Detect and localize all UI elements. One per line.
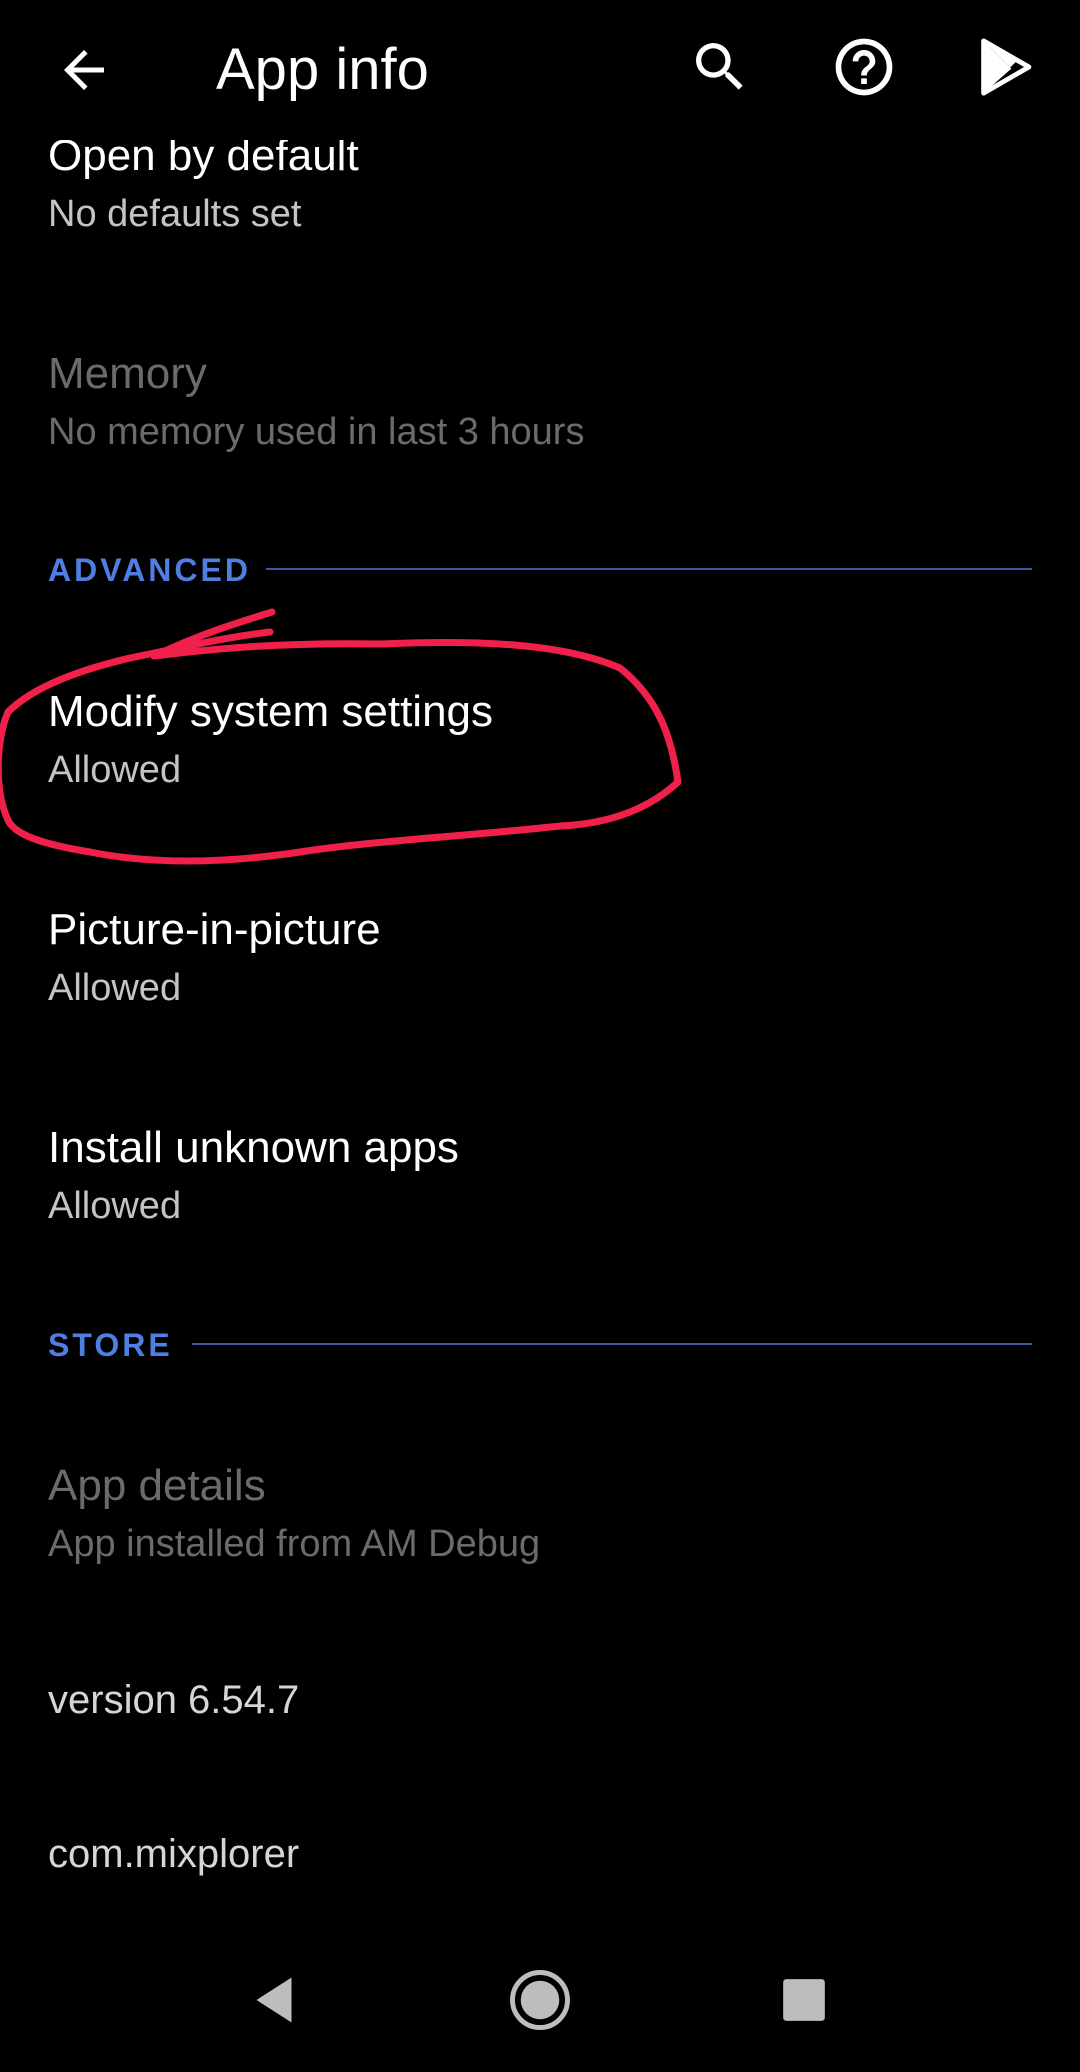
section-header-advanced: ADVANCED (48, 550, 251, 590)
section-label-store: STORE (48, 1326, 173, 1363)
annotation-circle (0, 608, 682, 865)
section-divider-advanced (266, 568, 1032, 570)
open-in-store-button[interactable] (966, 27, 1046, 107)
memory-summary: No memory used in last 3 hours (48, 411, 585, 453)
nav-recents-button[interactable] (744, 1950, 864, 2050)
modify-system-settings-title: Modify system settings (48, 687, 494, 736)
section-label-advanced: ADVANCED (48, 551, 251, 588)
install-unknown-apps-title: Install unknown apps (48, 1123, 459, 1172)
nav-back-button[interactable] (214, 1950, 334, 2050)
app-details-title: App details (48, 1461, 266, 1510)
picture-in-picture-summary: Allowed (48, 967, 182, 1009)
modify-system-settings-summary: Allowed (48, 749, 182, 791)
help-button[interactable] (824, 27, 904, 107)
section-header-store: STORE (48, 1325, 173, 1365)
play-store-icon (981, 38, 1032, 96)
search-button[interactable] (680, 27, 760, 107)
picture-in-picture-title: Picture-in-picture (48, 905, 381, 954)
section-divider-store (192, 1343, 1032, 1345)
modify-system-settings-item[interactable]: Modify system settings Allowed (48, 684, 1032, 796)
help-circle-icon (835, 38, 893, 96)
arrow-back-icon (64, 50, 104, 90)
memory-title: Memory (48, 349, 207, 398)
nav-home-button[interactable] (480, 1950, 600, 2050)
page-title: App info (216, 37, 429, 102)
install-unknown-apps-summary: Allowed (48, 1185, 182, 1227)
install-unknown-apps-item[interactable]: Install unknown apps Allowed (48, 1120, 1032, 1232)
back-button[interactable] (44, 30, 124, 110)
open-by-default-item[interactable]: Open by default No defaults set (48, 128, 1032, 240)
version-item: version 6.54.7 (48, 1672, 1032, 1728)
package-name-text: com.mixplorer (48, 1832, 300, 1876)
app-details-item: App details App installed from AM Debug (48, 1458, 1032, 1570)
open-by-default-summary: No defaults set (48, 193, 302, 235)
app-details-summary: App installed from AM Debug (48, 1523, 541, 1565)
version-text: version 6.54.7 (48, 1678, 300, 1722)
triangle-back-icon (256, 1977, 292, 2023)
package-item: com.mixplorer (48, 1826, 1032, 1882)
picture-in-picture-item[interactable]: Picture-in-picture Allowed (48, 902, 1032, 1014)
app-bar: App info (0, 0, 1080, 140)
search-icon (696, 43, 743, 90)
memory-item: Memory No memory used in last 3 hours (48, 346, 1032, 458)
square-recents-icon (783, 1979, 825, 2021)
system-navigation-bar (0, 1930, 1080, 2072)
home-circle-icon (510, 1970, 570, 2030)
